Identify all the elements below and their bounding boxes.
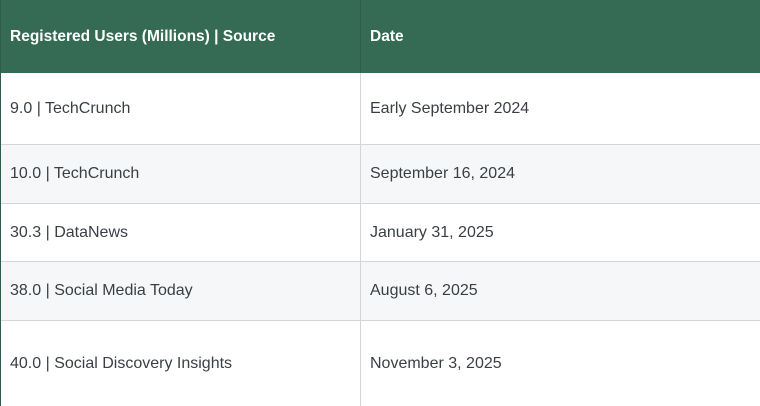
column-header-date: Date xyxy=(370,27,404,45)
date-cell: November 3, 2025 xyxy=(370,354,502,372)
table-row: 10.0 | TechCrunch September 16, 2024 xyxy=(1,145,760,204)
users-source-cell: 30.3 | DataNews xyxy=(1,204,361,261)
users-source-cell: 9.0 | TechCrunch xyxy=(1,73,361,144)
date-cell: August 6, 2025 xyxy=(370,282,478,299)
column-header-users-source: Registered Users (Millions) | Source xyxy=(1,0,361,73)
date-cell: January 31, 2025 xyxy=(370,223,494,241)
table-header-row: Registered Users (Millions) | Source Dat… xyxy=(1,0,760,73)
table-row: 40.0 | Social Discovery Insights Novembe… xyxy=(1,321,760,406)
date-cell: September 16, 2024 xyxy=(370,165,515,182)
table-row: 30.3 | DataNews January 31, 2025 xyxy=(1,204,760,262)
users-source-cell: 10.0 | TechCrunch xyxy=(1,145,361,203)
table-row: 9.0 | TechCrunch Early September 2024 xyxy=(1,73,760,145)
data-table: Registered Users (Millions) | Source Dat… xyxy=(0,0,760,406)
users-source-cell: 38.0 | Social Media Today xyxy=(1,262,361,320)
date-cell: Early September 2024 xyxy=(370,99,530,117)
table-row: 38.0 | Social Media Today August 6, 2025 xyxy=(1,262,760,321)
users-source-cell: 40.0 | Social Discovery Insights xyxy=(1,321,361,406)
